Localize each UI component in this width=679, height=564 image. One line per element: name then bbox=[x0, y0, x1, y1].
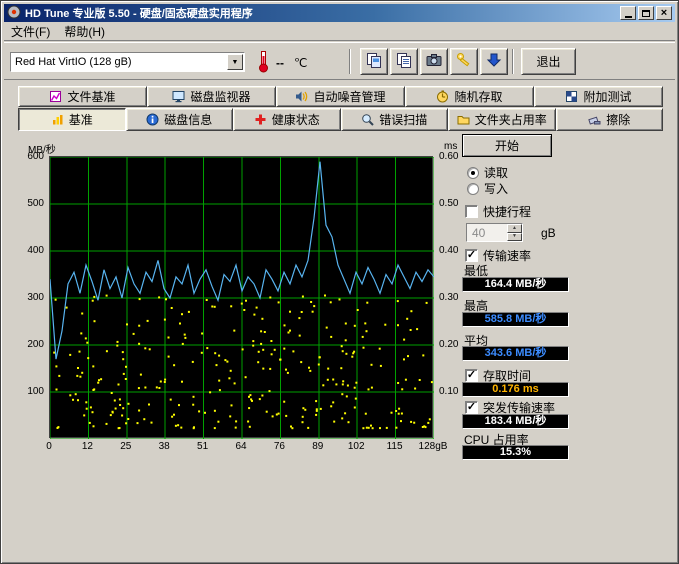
radio-dot[interactable] bbox=[467, 183, 479, 195]
toolbar-separator bbox=[512, 49, 514, 74]
cpu-usage-display: 15.3% bbox=[462, 445, 569, 460]
access-time-display: 0.176 ms bbox=[462, 382, 569, 397]
drive-select[interactable]: Red Hat VirtIO (128 gB) ▼ bbox=[10, 52, 245, 72]
folder-icon bbox=[457, 113, 470, 126]
tab-aam[interactable]: 自动噪音管理 bbox=[276, 86, 405, 107]
tab-health[interactable]: 健康状态 bbox=[233, 108, 341, 131]
tab-erase[interactable]: 擦除 bbox=[556, 108, 664, 131]
thermometer-icon bbox=[258, 50, 269, 76]
screenshot-button[interactable] bbox=[420, 48, 448, 75]
file-benchmark-icon bbox=[49, 90, 62, 103]
checkbox-box[interactable] bbox=[465, 249, 478, 262]
drive-select-value: Red Hat VirtIO (128 gB) bbox=[11, 56, 227, 68]
app-icon bbox=[7, 5, 21, 22]
copy-screenshot-button[interactable] bbox=[360, 48, 388, 75]
window-title: HD Tune 专业版 5.50 - 硬盘/固态硬盘实用程序 bbox=[25, 5, 253, 21]
close-button[interactable]: × bbox=[656, 6, 672, 20]
tab-benchmark[interactable]: 基准 bbox=[18, 108, 126, 131]
maximize-button[interactable] bbox=[638, 6, 654, 20]
submit-results-button[interactable] bbox=[450, 48, 478, 75]
menu-file[interactable]: 文件(F) bbox=[4, 21, 57, 42]
tab-extra-tests[interactable]: 附加测试 bbox=[534, 86, 663, 107]
tab-folder-usage[interactable]: 文件夹占用率 bbox=[448, 108, 556, 131]
benchmark-icon bbox=[51, 113, 64, 126]
eraser-icon bbox=[588, 113, 601, 126]
title-bar[interactable]: HD Tune 专业版 5.50 - 硬盘/固态硬盘实用程序 × bbox=[4, 4, 675, 22]
stopwatch-icon bbox=[436, 90, 449, 103]
temperature-unit: ℃ bbox=[294, 56, 307, 70]
red-cross-icon bbox=[254, 113, 267, 126]
read-radio[interactable]: 读取 bbox=[467, 164, 508, 181]
start-button[interactable]: 开始 bbox=[462, 134, 552, 157]
chevron-down-icon[interactable]: ▼ bbox=[227, 54, 243, 70]
camera-icon bbox=[425, 51, 443, 72]
tab-random-access[interactable]: 随机存取 bbox=[405, 86, 534, 107]
checkered-flag-icon bbox=[565, 90, 578, 103]
radio-dot[interactable] bbox=[467, 167, 479, 179]
magnifier-icon bbox=[361, 113, 374, 126]
copy-text-button[interactable] bbox=[390, 48, 418, 75]
stepper-down-button[interactable]: ▼ bbox=[507, 233, 522, 242]
tab-row-primary: 基准 磁盘信息 健康状态 错误扫描 文件夹占用率 擦除 bbox=[18, 108, 663, 131]
stepper-value[interactable]: 40 bbox=[467, 224, 507, 241]
copy-image-icon bbox=[365, 51, 383, 72]
x-axis-ticks: 012253851647689102115128gB bbox=[49, 441, 433, 454]
short-stroke-size-stepper[interactable]: 40 ▲ ▼ bbox=[466, 223, 523, 242]
menu-bar: 文件(F) 帮助(H) bbox=[4, 22, 675, 41]
minimize-button[interactable] bbox=[620, 6, 636, 20]
checkbox-box[interactable] bbox=[465, 369, 478, 382]
exit-button[interactable]: 退出 bbox=[521, 48, 576, 75]
download-arrow-icon bbox=[485, 51, 503, 72]
info-icon bbox=[146, 113, 159, 126]
max-speed-display: 585.8 MB/秒 bbox=[462, 312, 569, 327]
disk-monitor-icon bbox=[172, 90, 185, 103]
left-axis-ticks: 600500400300200100 bbox=[17, 156, 46, 438]
menu-help[interactable]: 帮助(H) bbox=[57, 21, 112, 42]
tab-disk-info[interactable]: 磁盘信息 bbox=[126, 108, 234, 131]
min-speed-display: 164.4 MB/秒 bbox=[462, 277, 569, 292]
stepper-up-button[interactable]: ▲ bbox=[507, 224, 522, 233]
burst-rate-display: 183.4 MB/秒 bbox=[462, 414, 569, 429]
toolbar: Red Hat VirtIO (128 gB) ▼ -- ℃ 退出 bbox=[4, 42, 675, 80]
speaker-icon bbox=[295, 90, 308, 103]
tab-error-scan[interactable]: 错误扫描 bbox=[341, 108, 449, 131]
toolbar-separator bbox=[349, 49, 351, 74]
tab-row-secondary: 文件基准 磁盘监视器 自动噪音管理 随机存取 附加测试 bbox=[18, 86, 663, 107]
key-icon bbox=[455, 51, 473, 72]
short-stroke-checkbox[interactable]: 快捷行程 bbox=[465, 203, 531, 220]
temperature-value: -- bbox=[276, 56, 284, 70]
checkbox-box[interactable] bbox=[465, 205, 478, 218]
write-radio[interactable]: 写入 bbox=[467, 180, 508, 197]
tab-disk-monitor[interactable]: 磁盘监视器 bbox=[147, 86, 276, 107]
avg-speed-display: 343.6 MB/秒 bbox=[462, 346, 569, 361]
save-button[interactable] bbox=[480, 48, 508, 75]
app-window: HD Tune 专业版 5.50 - 硬盘/固态硬盘实用程序 × 文件(F) 帮… bbox=[0, 0, 679, 564]
access-time-scatter bbox=[53, 295, 433, 430]
stepper-unit-label: gB bbox=[541, 226, 556, 240]
benchmark-plot-area bbox=[49, 156, 433, 438]
checkbox-box[interactable] bbox=[465, 401, 478, 414]
copy-text-icon bbox=[395, 51, 413, 72]
tab-file-benchmark[interactable]: 文件基准 bbox=[18, 86, 147, 107]
